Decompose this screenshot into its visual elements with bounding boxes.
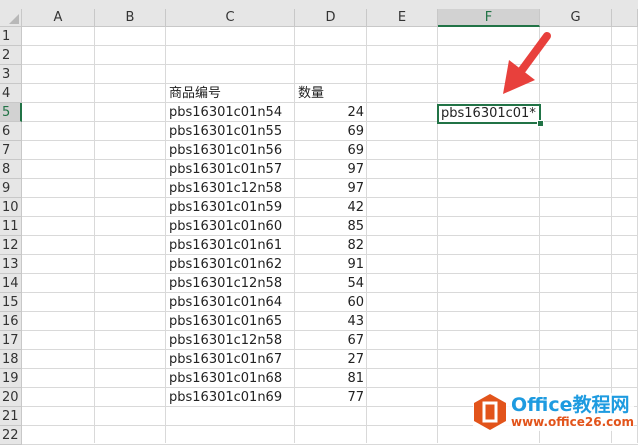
office-logo-icon [474,394,506,430]
quantity-cell[interactable]: 82 [295,236,367,255]
quantity-cell[interactable]: 97 [295,160,367,179]
product-code-cell[interactable]: pbs16301c01n60 [166,217,295,236]
row-header-6[interactable]: 6 [0,122,22,141]
row-header-20[interactable]: 20 [0,388,22,407]
row-header-18[interactable]: 18 [0,350,22,369]
watermark-url: www.office26.com [511,415,635,429]
quantity-cell[interactable]: 24 [295,103,367,122]
column-header-f[interactable]: F [438,9,540,27]
product-code-cell[interactable]: pbs16301c12n58 [166,274,295,293]
row-header-2[interactable]: 2 [0,46,22,65]
row-header-8[interactable]: 8 [0,160,22,179]
product-code-cell[interactable]: pbs16301c01n54 [166,103,295,122]
watermark-logo: Office教程网 www.office26.com [473,393,635,431]
toolbar-strip [0,0,638,9]
column-header-d[interactable]: D [295,9,367,27]
select-all-button[interactable] [0,9,22,27]
row-header-17[interactable]: 17 [0,331,22,350]
quantity-cell[interactable]: 42 [295,198,367,217]
column-header-b[interactable]: B [95,9,166,27]
quantity-cell[interactable]: 91 [295,255,367,274]
row-header-16[interactable]: 16 [0,312,22,331]
quantity-cell[interactable]: 54 [295,274,367,293]
quantity-cell[interactable]: 69 [295,122,367,141]
quantity-cell[interactable]: 69 [295,141,367,160]
row-header-1[interactable]: 1 [0,27,22,46]
quantity-cell[interactable]: 77 [295,388,367,407]
quantity-cell[interactable]: 67 [295,331,367,350]
quantity-cell[interactable]: 43 [295,312,367,331]
product-code-cell[interactable]: pbs16301c12n58 [166,179,295,198]
active-cell-f5[interactable]: pbs16301c01* [437,104,541,124]
row-header-9[interactable]: 9 [0,179,22,198]
row-header-4[interactable]: 4 [0,84,22,103]
quantity-cell[interactable]: 60 [295,293,367,312]
row-header-5[interactable]: 5 [0,103,22,122]
header-product-code[interactable]: 商品编号 [166,84,295,103]
product-code-cell[interactable]: pbs16301c01n56 [166,141,295,160]
active-cell-value: pbs16301c01* [441,106,536,121]
product-code-cell[interactable]: pbs16301c01n57 [166,160,295,179]
row-header-22[interactable]: 22 [0,426,22,445]
column-header-h[interactable] [612,9,638,27]
quantity-cell[interactable]: 81 [295,369,367,388]
row-header-19[interactable]: 19 [0,369,22,388]
quantity-cell[interactable]: 27 [295,350,367,369]
column-header-e[interactable]: E [367,9,438,27]
product-code-cell[interactable]: pbs16301c01n64 [166,293,295,312]
column-header-g[interactable]: G [540,9,612,27]
row-header-12[interactable]: 12 [0,236,22,255]
product-code-cell[interactable]: pbs16301c01n68 [166,369,295,388]
product-code-cell[interactable]: pbs16301c01n61 [166,236,295,255]
row-header-11[interactable]: 11 [0,217,22,236]
column-header-c[interactable]: C [166,9,295,27]
product-code-cell[interactable]: pbs16301c01n67 [166,350,295,369]
watermark-title: Office教程网 [511,394,630,416]
quantity-cell[interactable]: 97 [295,179,367,198]
column-header-a[interactable]: A [22,9,95,27]
row-header-7[interactable]: 7 [0,141,22,160]
product-code-cell[interactable]: pbs16301c01n59 [166,198,295,217]
product-code-cell[interactable]: pbs16301c01n65 [166,312,295,331]
red-arrow-icon [503,32,551,94]
product-code-cell[interactable]: pbs16301c01n55 [166,122,295,141]
row-header-21[interactable]: 21 [0,407,22,426]
quantity-cell[interactable]: 85 [295,217,367,236]
row-header-14[interactable]: 14 [0,274,22,293]
product-code-cell[interactable]: pbs16301c01n69 [166,388,295,407]
header-quantity[interactable]: 数量 [295,84,367,103]
row-header-3[interactable]: 3 [0,65,22,84]
product-code-cell[interactable]: pbs16301c12n58 [166,331,295,350]
fill-handle[interactable] [537,120,544,127]
row-header-10[interactable]: 10 [0,198,22,217]
product-code-cell[interactable]: pbs16301c01n62 [166,255,295,274]
row-header-13[interactable]: 13 [0,255,22,274]
row-header-15[interactable]: 15 [0,293,22,312]
